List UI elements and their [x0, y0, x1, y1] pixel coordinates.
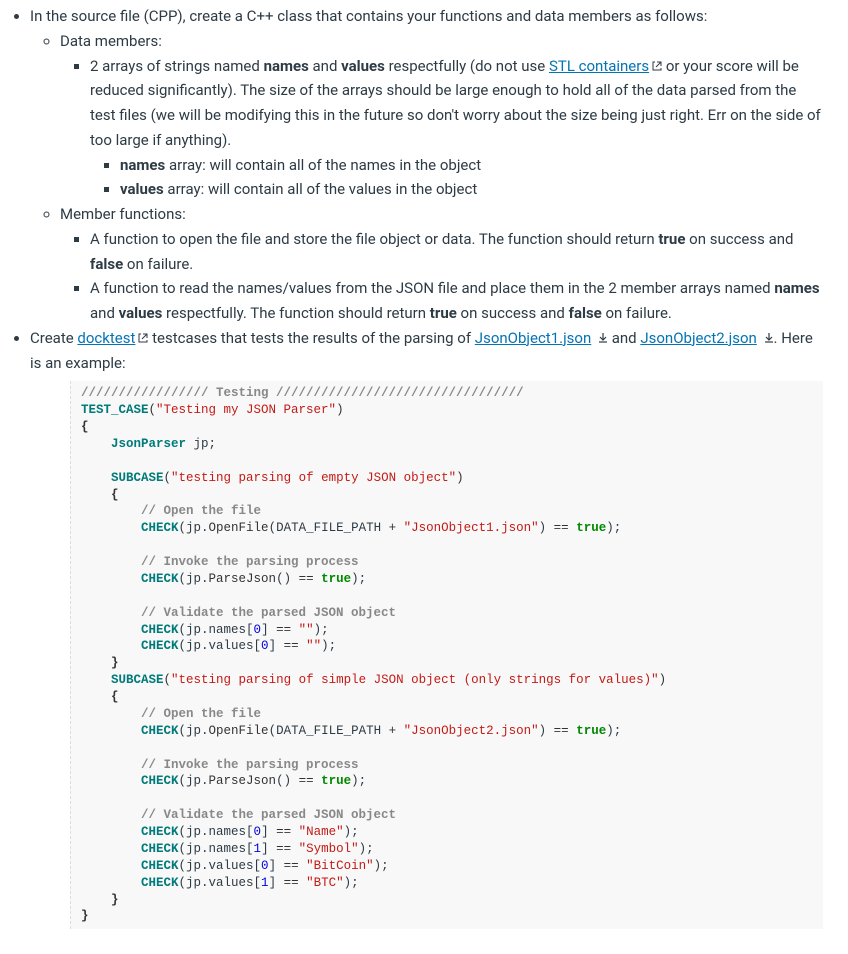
text: on failure.	[602, 304, 672, 322]
list-item: A function to read the names/values from…	[90, 276, 823, 326]
docktest-link[interactable]: docktest	[77, 329, 135, 347]
jsonobject1-link[interactable]: JsonObject1.json	[475, 329, 591, 347]
text: array: will contain all of the values in…	[164, 180, 478, 198]
list-item: Member functions: A function to open the…	[60, 202, 823, 326]
false-bold: false	[90, 255, 123, 273]
text: on success and	[685, 230, 793, 248]
text: A function to open the file and store th…	[90, 230, 658, 248]
list-item: names array: will contain all of the nam…	[120, 153, 823, 178]
text: respectfully. The function should return	[162, 304, 429, 322]
text: and	[90, 304, 119, 322]
list-item: Data members: 2 arrays of strings named …	[60, 29, 823, 202]
code-example-block: ///////////////// Testing //////////////…	[70, 381, 823, 929]
download-icon[interactable]	[764, 326, 774, 336]
instruction-list: In the source file (CPP), create a C++ c…	[0, 4, 823, 929]
text: on failure.	[123, 255, 193, 273]
code-comment: ///////////////// Testing //////////////…	[81, 386, 524, 400]
names-bold: names	[264, 57, 309, 75]
jsonobject2-link[interactable]: JsonObject2.json	[640, 329, 756, 347]
names-bold: names	[774, 279, 819, 297]
text: and	[309, 57, 341, 75]
values-bold: values	[341, 57, 385, 75]
code-type: JsonParser	[111, 437, 186, 451]
text: on success and	[457, 304, 569, 322]
true-bold: true	[658, 230, 685, 248]
text: and	[608, 329, 640, 347]
text: array: will contain all of the names in …	[165, 156, 481, 174]
download-icon[interactable]	[598, 326, 608, 336]
names-bold: names	[120, 156, 165, 174]
true-bold: true	[430, 304, 457, 322]
text: 2 arrays of strings named	[90, 57, 264, 75]
code-string: "Testing my JSON Parser"	[156, 403, 336, 417]
false-bold: false	[569, 304, 602, 322]
list-item: values array: will contain all of the va…	[120, 177, 823, 202]
text: Member functions:	[60, 205, 186, 223]
text: testcases that tests the results of the …	[148, 329, 474, 347]
text: respectfully (do not use	[385, 57, 549, 75]
code-macro: TEST_CASE	[81, 403, 149, 417]
list-item: 2 arrays of strings named names and valu…	[90, 54, 823, 203]
text: Data members:	[60, 32, 162, 50]
values-bold: values	[119, 304, 163, 322]
stl-containers-link[interactable]: STL containers	[549, 57, 649, 75]
external-link-icon	[138, 326, 148, 336]
text: In the source file (CPP), create a C++ c…	[30, 7, 707, 25]
values-bold: values	[120, 180, 164, 198]
list-item: Create docktest testcases that tests the…	[30, 326, 823, 930]
list-item: In the source file (CPP), create a C++ c…	[30, 4, 823, 326]
text: A function to read the names/values from…	[90, 279, 774, 297]
text: Create	[30, 329, 77, 347]
list-item: A function to open the file and store th…	[90, 227, 823, 277]
external-link-icon	[652, 54, 662, 64]
